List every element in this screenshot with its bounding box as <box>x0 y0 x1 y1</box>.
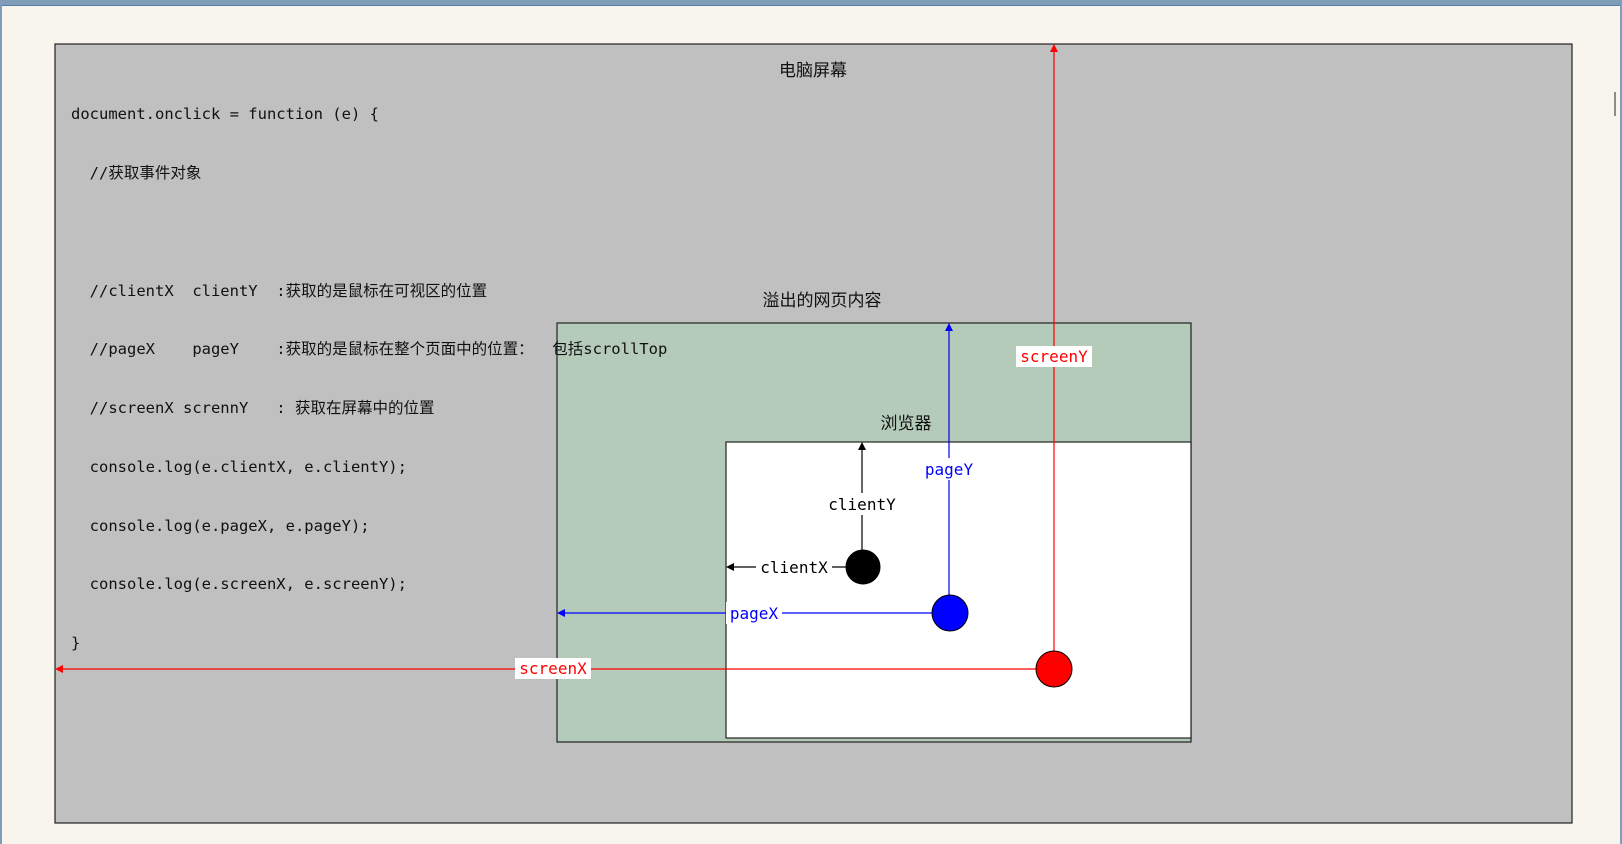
page-x-label: pageX <box>730 604 779 623</box>
client-point <box>845 549 881 585</box>
code-line: //clientX clientY :获取的是鼠标在可视区的位置 <box>71 281 488 300</box>
page-y-label: pageY <box>925 460 974 479</box>
code-line: console.log(e.pageX, e.pageY); <box>71 516 370 535</box>
screen-label: 电脑屏幕 <box>779 61 847 81</box>
page-point <box>931 594 969 632</box>
code-line: } <box>71 634 81 653</box>
code-line: document.onclick = function (e) { <box>71 105 379 124</box>
code-line: console.log(e.clientX, e.clientY); <box>71 457 407 476</box>
code-line: //获取事件对象 <box>71 163 202 182</box>
client-y-label: clientY <box>828 495 896 514</box>
browser-label: 浏览器 <box>881 414 932 434</box>
code-line: console.log(e.screenX, e.screenY); <box>71 575 407 594</box>
browser-box <box>725 441 1192 739</box>
code-line: //pageX pageY :获取的是鼠标在整个页面中的位置： 包括scroll… <box>71 340 668 359</box>
client-x-label: clientX <box>760 558 828 577</box>
screen-point <box>1035 650 1073 688</box>
screen-y-label: screenY <box>1020 347 1088 366</box>
code-snippet: document.onclick = function (e) { //获取事件… <box>71 66 667 673</box>
code-line: //screenX scrennY : 获取在屏幕中的位置 <box>71 399 435 418</box>
overflow-label: 溢出的网页内容 <box>763 291 882 311</box>
